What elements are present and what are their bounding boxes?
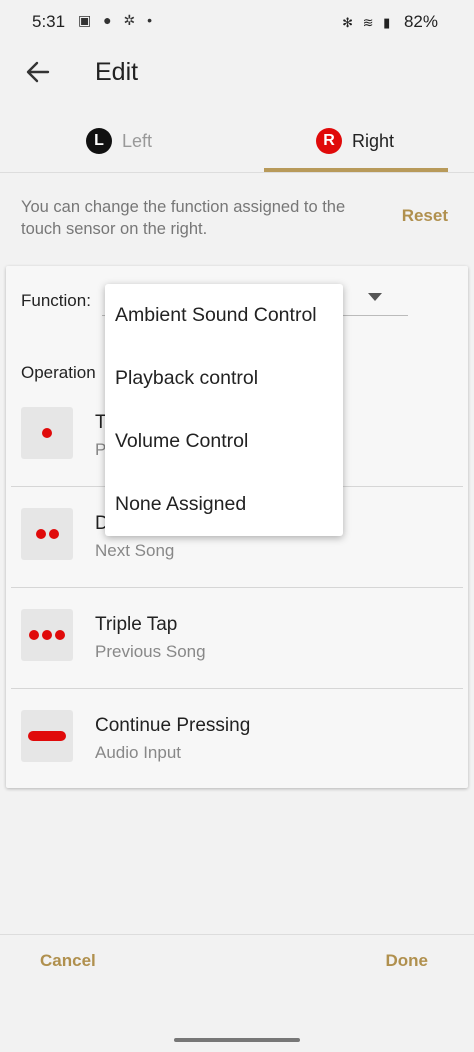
description-text: You can change the function assigned to … [21, 198, 346, 238]
dropdown-arrow-icon[interactable] [368, 293, 382, 301]
operation-label: Operation [21, 363, 96, 382]
cancel-button[interactable]: Cancel [40, 951, 96, 971]
dropdown-option-volume[interactable]: Volume Control [105, 410, 343, 473]
status-time: 5:31 [32, 12, 66, 31]
done-button[interactable]: Done [386, 951, 429, 971]
battery-percentage: 82% [403, 12, 438, 31]
operation-row-triple-tap[interactable]: Triple Tap Previous Song [11, 588, 463, 689]
operation-action: Audio Input [95, 743, 182, 762]
tab-right[interactable]: R Right [316, 110, 394, 172]
tab-indicator [264, 168, 448, 172]
operation-row-continue-pressing[interactable]: Continue Pressing Audio Input [11, 689, 463, 789]
dropdown-option-none[interactable]: None Assigned [105, 473, 343, 536]
function-dropdown-menu: Ambient Sound Control Playback control V… [105, 284, 343, 536]
triple-dot-icon [21, 609, 73, 661]
dropdown-option-ambient-sound[interactable]: Ambient Sound Control [105, 284, 343, 347]
tab-right-label: Right [352, 130, 395, 151]
operation-action: Previous Song [95, 642, 206, 661]
operation-name: Continue Pressing [95, 715, 251, 736]
reset-button[interactable]: Reset [402, 206, 448, 226]
navigation-bar [0, 988, 474, 1052]
home-indicator[interactable] [174, 1038, 300, 1042]
notification-icons: ▣ ● ✲ • [78, 12, 156, 28]
right-badge-icon: R [316, 128, 342, 154]
bottom-action-bar: Cancel Done [0, 934, 474, 989]
dropdown-option-playback[interactable]: Playback control [105, 347, 343, 410]
long-press-bar-icon [21, 710, 73, 762]
arrow-left-icon[interactable] [22, 56, 54, 88]
operation-name: Triple Tap [95, 614, 178, 635]
tab-left[interactable]: L Left [86, 110, 152, 172]
status-bar: 5:31 ▣ ● ✲ • ✻ ≋ ▮ 82% [0, 0, 474, 44]
app-bar: Edit [0, 44, 474, 104]
left-badge-icon: L [86, 128, 112, 154]
function-label: Function: [21, 291, 91, 310]
page-title: Edit [95, 58, 139, 86]
single-dot-icon [21, 407, 73, 459]
connectivity-icons: ✻ ≋ ▮ [342, 15, 394, 30]
system-status: ✻ ≋ ▮ 82% [342, 12, 438, 32]
tab-bar: L Left R Right [0, 110, 474, 173]
operation-action: Next Song [95, 541, 175, 560]
tab-left-label: Left [122, 130, 153, 151]
double-dot-icon [21, 508, 73, 560]
